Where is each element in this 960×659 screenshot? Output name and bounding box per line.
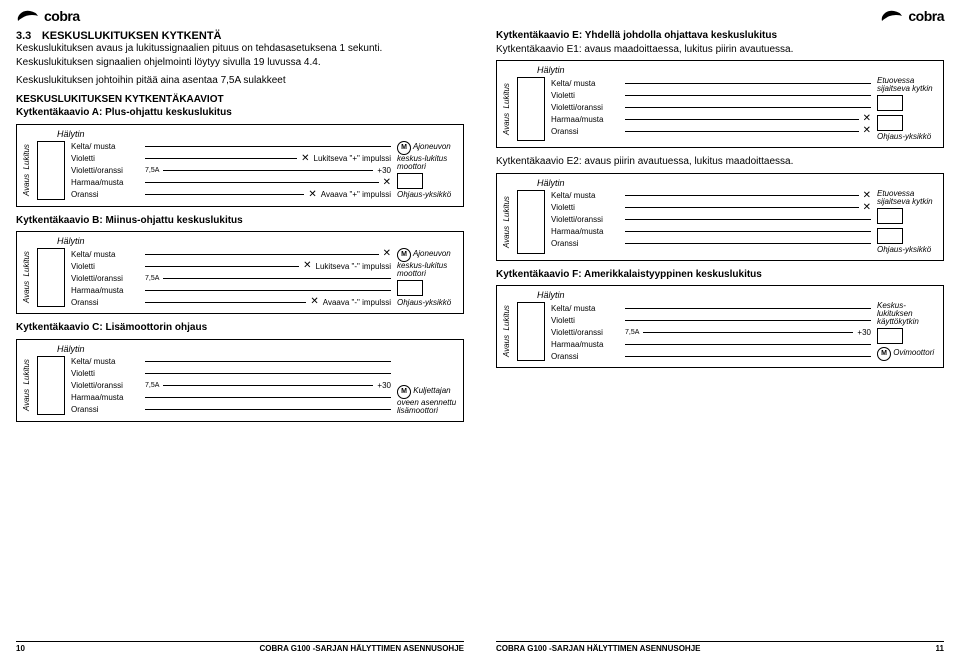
page-number-left: 10	[16, 644, 25, 653]
paragraph-3: Keskuslukituksen johtoihin pitää aina as…	[16, 75, 464, 88]
title-f: Kytkentäkaavio F: Amerikkalaistyyppinen …	[496, 269, 944, 282]
brand-logo: cobra	[16, 8, 464, 24]
paragraph-2: Keskuslukituksen signaalien ohjelmointi …	[16, 57, 464, 70]
title-e1: Kytkentäkaavio E1: avaus maadoittaessa, …	[496, 44, 944, 57]
title-e2: Kytkentäkaavio E2: avaus piirin avautues…	[496, 156, 944, 169]
diagram-f: Hälytin Avaus Lukitus Kelta/ musta Viole…	[496, 285, 944, 368]
footer-right: COBRA G100 -SARJAN HÄLYTTIMEN ASENNUSOHJ…	[496, 641, 944, 653]
section-heading: 3.3 KESKUSLUKITUKSEN KYTKENTÄ	[16, 30, 464, 42]
subheading-2: Kytkentäkaavio A: Plus-ohjattu keskusluk…	[16, 107, 464, 120]
cobra-icon	[880, 9, 904, 23]
footer-left: 10 COBRA G100 -SARJAN HÄLYTTIMEN ASENNUS…	[16, 641, 464, 653]
diagram-b: Hälytin Avaus Lukitus Kelta/ musta✕ Viol…	[16, 231, 464, 314]
title-b: Kytkentäkaavio B: Miinus-ohjattu keskusl…	[16, 215, 464, 228]
brand-text: cobra	[44, 8, 80, 24]
subheading-1: KESKUSLUKITUKSEN KYTKENTÄKAAVIOT	[16, 94, 464, 107]
diagram-a: Hälytin Avaus Lukitus Kelta/ musta Viole…	[16, 124, 464, 207]
diagram-e1: Hälytin Avaus Lukitus Kelta/ musta Viole…	[496, 60, 944, 148]
page-number-right: 11	[936, 644, 944, 653]
right-box-a: M Ajoneuvon keskus-lukitus moottori Ohja…	[397, 141, 457, 200]
brand-logo-right: cobra	[496, 8, 944, 24]
paragraph-1: Keskuslukituksen avaus ja lukitussignaal…	[16, 43, 464, 56]
footer-text-right: COBRA G100 -SARJAN HÄLYTTIMEN ASENNUSOHJ…	[496, 644, 700, 653]
halytin-label: Hälytin	[57, 129, 457, 139]
diagram-c: Hälytin Avaus Lukitus Kelta/ musta Viole…	[16, 339, 464, 422]
diagram-e2: Hälytin Avaus Lukitus Kelta/ musta✕ Viol…	[496, 173, 944, 261]
side-avaus: Avaus Lukitus	[23, 141, 31, 200]
right-page: cobra Kytkentäkaavio E: Yhdellä johdolla…	[480, 0, 960, 659]
title-e: Kytkentäkaavio E: Yhdellä johdolla ohjat…	[496, 30, 944, 43]
wires-a: Kelta/ musta Violetti✕Lukitseva "+" impu…	[71, 141, 391, 200]
cobra-icon	[16, 9, 40, 23]
footer-text-left: COBRA G100 -SARJAN HÄLYTTIMEN ASENNUSOHJ…	[260, 644, 464, 653]
left-page: cobra 3.3 KESKUSLUKITUKSEN KYTKENTÄ Kesk…	[0, 0, 480, 659]
title-c: Kytkentäkaavio C: Lisämoottorin ohjaus	[16, 322, 464, 335]
alarm-block	[37, 141, 65, 200]
